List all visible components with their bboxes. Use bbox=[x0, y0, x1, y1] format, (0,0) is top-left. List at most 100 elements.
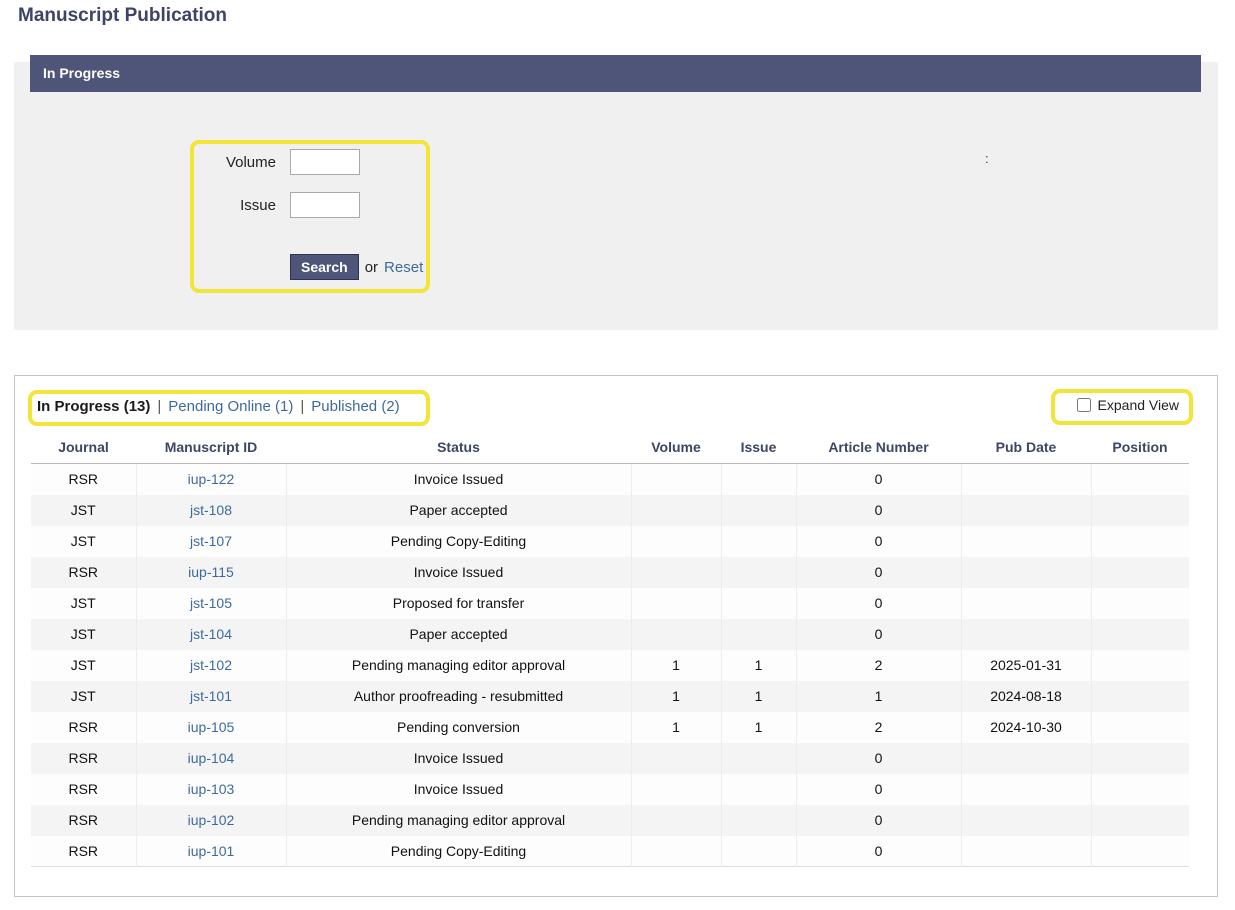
manuscripts-table: JournalManuscript IDStatusVolumeIssueArt… bbox=[31, 433, 1189, 867]
cell-manuscript-id: iup-104 bbox=[136, 743, 286, 774]
search-button[interactable]: Search bbox=[290, 254, 359, 280]
search-panel: In Progress Volume Issue Search or Reset… bbox=[14, 62, 1218, 330]
cell-position bbox=[1091, 588, 1189, 619]
cell-pub-date bbox=[961, 805, 1091, 836]
table-row: JSTjst-105Proposed for transfer0 bbox=[31, 588, 1189, 619]
cell-journal: JST bbox=[31, 681, 136, 712]
cell-status: Invoice Issued bbox=[286, 774, 631, 805]
table-row: RSRiup-103Invoice Issued0 bbox=[31, 774, 1189, 805]
cell-volume bbox=[631, 526, 721, 557]
manuscript-link[interactable]: iup-103 bbox=[188, 781, 235, 797]
cell-position bbox=[1091, 743, 1189, 774]
cell-manuscript-id: jst-104 bbox=[136, 619, 286, 650]
cell-volume: 1 bbox=[631, 712, 721, 743]
manuscript-link[interactable]: jst-102 bbox=[190, 657, 232, 673]
cell-journal: RSR bbox=[31, 712, 136, 743]
tabs: In Progress (13) | Pending Online (1) | Publ… bbox=[37, 398, 400, 415]
expand-view-label: Expand View bbox=[1098, 397, 1179, 413]
cell-article-number: 0 bbox=[796, 495, 961, 526]
search-actions-row: Search or Reset bbox=[290, 254, 423, 280]
cell-issue bbox=[721, 743, 796, 774]
cell-pub-date bbox=[961, 495, 1091, 526]
table-row: JSTjst-101Author proofreading - resubmit… bbox=[31, 681, 1189, 712]
or-text: or bbox=[365, 259, 378, 276]
cell-volume: 1 bbox=[631, 681, 721, 712]
tab-pending-online-1[interactable]: Pending Online (1) bbox=[168, 398, 293, 415]
tab-in-progress-13[interactable]: In Progress (13) bbox=[37, 398, 150, 415]
volume-input[interactable] bbox=[290, 149, 360, 175]
cell-pub-date bbox=[961, 588, 1091, 619]
tab-separator: | bbox=[300, 398, 304, 415]
results-panel: In Progress (13) | Pending Online (1) | Publ… bbox=[14, 375, 1218, 897]
volume-field-row: Volume bbox=[204, 149, 360, 175]
cell-pub-date: 2025-01-31 bbox=[961, 650, 1091, 681]
manuscript-link[interactable]: jst-105 bbox=[190, 595, 232, 611]
cell-journal: JST bbox=[31, 526, 136, 557]
manuscript-link[interactable]: iup-105 bbox=[188, 719, 235, 735]
table-row: JSTjst-108Paper accepted0 bbox=[31, 495, 1189, 526]
cell-article-number: 0 bbox=[796, 588, 961, 619]
cell-volume bbox=[631, 743, 721, 774]
cell-manuscript-id: jst-101 bbox=[136, 681, 286, 712]
cell-manuscript-id: iup-102 bbox=[136, 805, 286, 836]
column-header-article-number: Article Number bbox=[796, 433, 961, 464]
cell-article-number: 0 bbox=[796, 557, 961, 588]
manuscript-link[interactable]: iup-104 bbox=[188, 750, 235, 766]
cell-journal: RSR bbox=[31, 805, 136, 836]
cell-manuscript-id: iup-105 bbox=[136, 712, 286, 743]
cell-position bbox=[1091, 619, 1189, 650]
cell-volume bbox=[631, 464, 721, 495]
cell-issue bbox=[721, 836, 796, 867]
table-row: RSRiup-115Invoice Issued0 bbox=[31, 557, 1189, 588]
manuscript-link[interactable]: jst-101 bbox=[190, 688, 232, 704]
expand-view-checkbox[interactable] bbox=[1077, 398, 1091, 412]
cell-pub-date bbox=[961, 774, 1091, 805]
cell-volume bbox=[631, 774, 721, 805]
manuscript-link[interactable]: jst-107 bbox=[190, 533, 232, 549]
expand-view[interactable]: Expand View bbox=[1077, 397, 1179, 413]
manuscript-link[interactable]: iup-122 bbox=[188, 471, 235, 487]
cell-article-number: 2 bbox=[796, 650, 961, 681]
table-row: RSR iup-102 Pending managing editor approv… bbox=[31, 805, 1189, 836]
cell-journal: JST bbox=[31, 650, 136, 681]
cell-issue bbox=[721, 619, 796, 650]
manuscript-link[interactable]: jst-108 bbox=[190, 502, 232, 518]
table-row: JSTjst-104Paper accepted0 bbox=[31, 619, 1189, 650]
cell-issue: 1 bbox=[721, 650, 796, 681]
manuscript-link[interactable]: iup-102 bbox=[188, 812, 235, 828]
cell-volume bbox=[631, 495, 721, 526]
reset-link[interactable]: Reset bbox=[384, 259, 423, 276]
cell-position bbox=[1091, 774, 1189, 805]
cell-pub-date bbox=[961, 836, 1091, 867]
cell-position bbox=[1091, 526, 1189, 557]
cell-position bbox=[1091, 464, 1189, 495]
tab-published-2[interactable]: Published (2) bbox=[311, 398, 399, 415]
manuscript-link[interactable]: iup-101 bbox=[188, 843, 235, 859]
cell-pub-date bbox=[961, 743, 1091, 774]
cell-issue bbox=[721, 805, 796, 836]
cell-position bbox=[1091, 495, 1189, 526]
cell-status: Pending managing editor approval bbox=[286, 805, 631, 836]
manuscript-link[interactable]: iup-115 bbox=[188, 564, 234, 580]
cell-pub-date: 2024-10-30 bbox=[961, 712, 1091, 743]
cell-journal: JST bbox=[31, 619, 136, 650]
cell-issue: 1 bbox=[721, 712, 796, 743]
cell-manuscript-id: iup-115 bbox=[136, 557, 286, 588]
cell-status: Proposed for transfer bbox=[286, 588, 631, 619]
issue-label: Issue bbox=[204, 197, 276, 214]
cell-volume bbox=[631, 619, 721, 650]
cell-manuscript-id: iup-122 bbox=[136, 464, 286, 495]
cell-journal: RSR bbox=[31, 464, 136, 495]
cell-status: Invoice Issued bbox=[286, 743, 631, 774]
tab-separator: | bbox=[157, 398, 161, 415]
cell-status: Pending conversion bbox=[286, 712, 631, 743]
cell-article-number: 0 bbox=[796, 774, 961, 805]
cell-journal: JST bbox=[31, 495, 136, 526]
manuscript-link[interactable]: jst-104 bbox=[190, 626, 232, 642]
cell-position bbox=[1091, 650, 1189, 681]
cell-article-number: 0 bbox=[796, 464, 961, 495]
table-row: RSRiup-101Pending Copy-Editing0 bbox=[31, 836, 1189, 867]
cell-volume bbox=[631, 836, 721, 867]
issue-input[interactable] bbox=[290, 192, 360, 218]
cell-pub-date bbox=[961, 557, 1091, 588]
